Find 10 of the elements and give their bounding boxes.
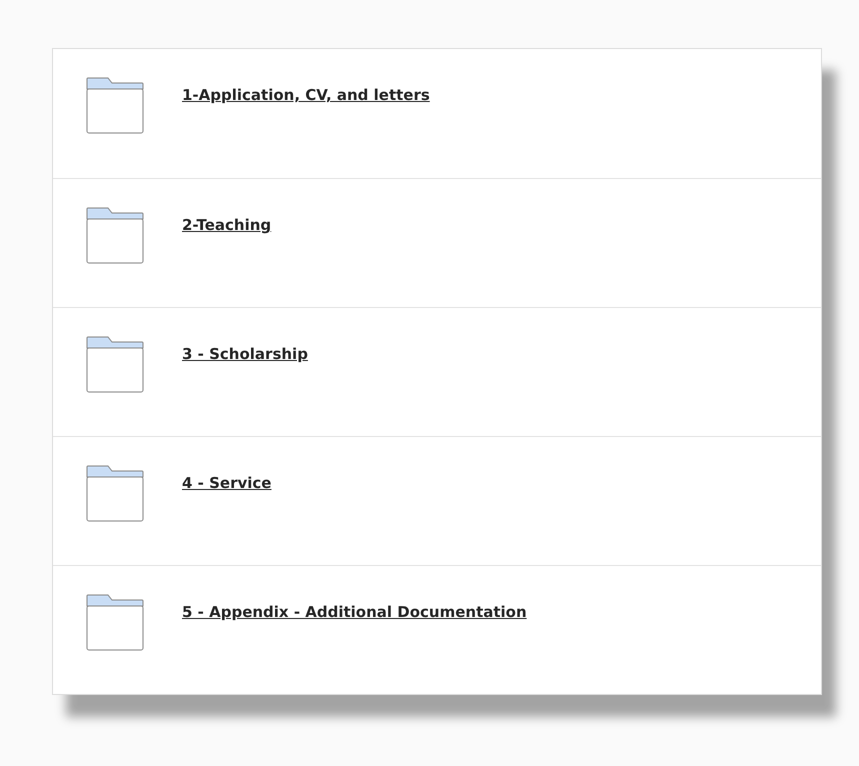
folder-link[interactable]: 2-Teaching: [182, 216, 272, 234]
folder-link[interactable]: 3 - Scholarship: [182, 345, 308, 363]
folder-link[interactable]: 4 - Service: [182, 474, 272, 492]
folder-icon: [86, 594, 144, 651]
folder-link[interactable]: 5 - Appendix - Additional Documentation: [182, 603, 527, 621]
folder-icon: [86, 77, 144, 134]
folder-icon: [86, 207, 144, 264]
folder-icon: [86, 465, 144, 522]
folder-link[interactable]: 1-Application, CV, and letters: [182, 86, 430, 104]
folder-icon: [86, 336, 144, 393]
